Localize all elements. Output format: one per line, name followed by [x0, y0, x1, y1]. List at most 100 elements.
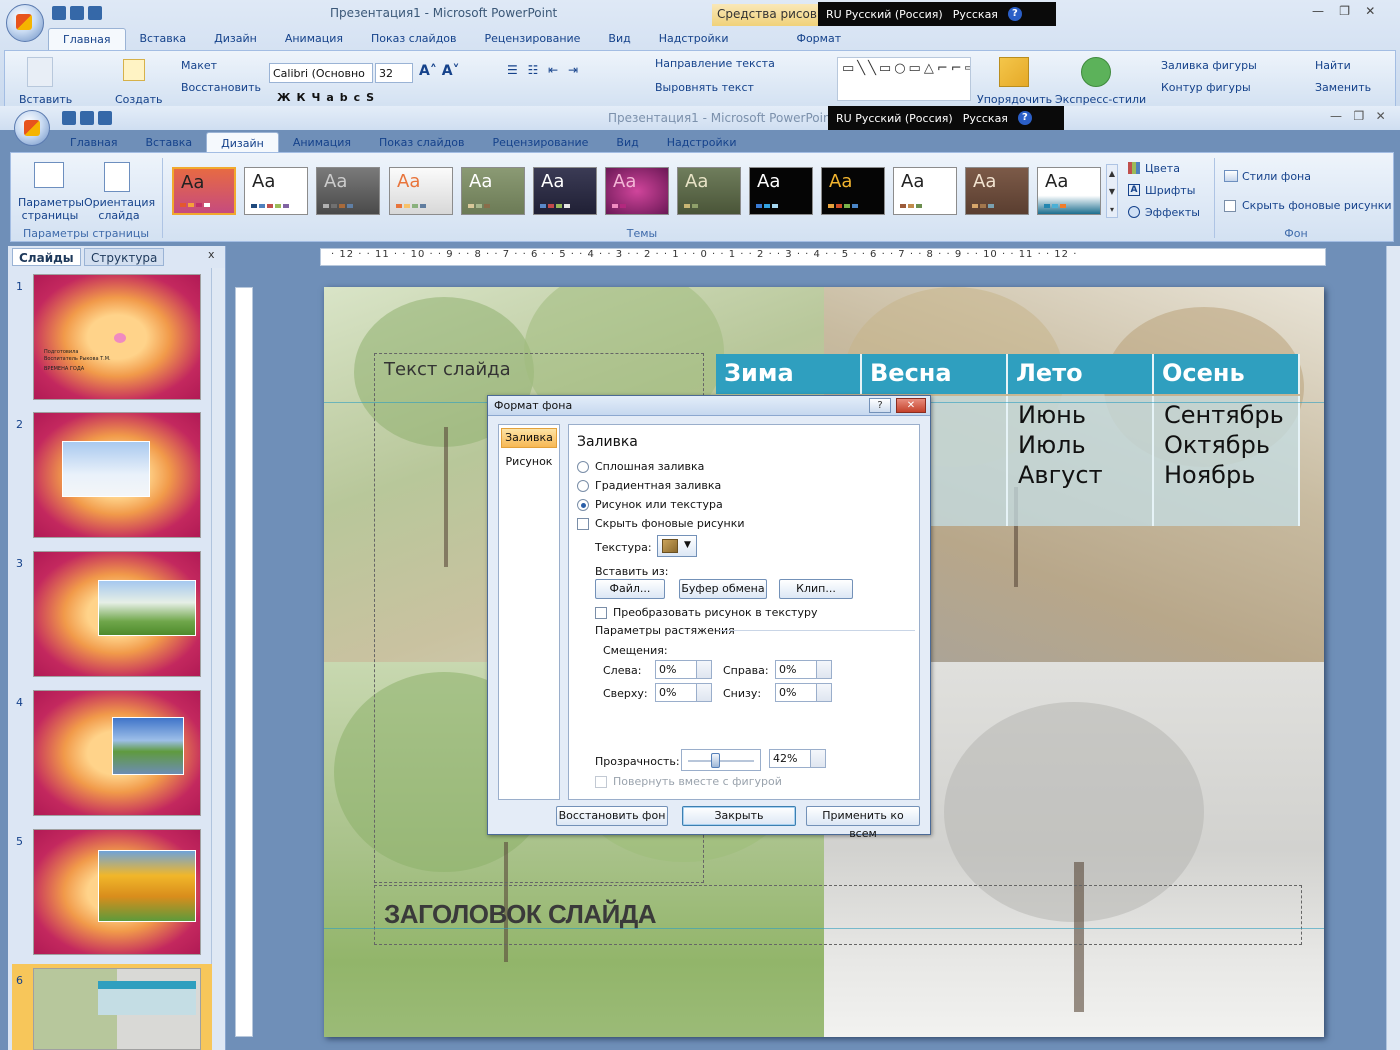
- title-placeholder[interactable]: ЗАГОЛОВОК СЛАЙДА: [384, 899, 657, 930]
- back-tab-addins[interactable]: Надстройки: [645, 28, 743, 50]
- theme-10[interactable]: Aa: [821, 167, 885, 215]
- arrange-button[interactable]: Упорядочить: [977, 93, 1052, 106]
- theme-13[interactable]: Aa: [1037, 167, 1101, 215]
- close-button[interactable]: Закрыть: [682, 806, 796, 826]
- theme-office[interactable]: Aa: [244, 167, 308, 215]
- transparency-slider[interactable]: [681, 749, 761, 771]
- find-button[interactable]: Найти: [1315, 59, 1351, 72]
- language-indicator[interactable]: RU Русский (Россия): [826, 8, 943, 21]
- tab-slides[interactable]: Слайды: [12, 248, 81, 266]
- back-tab-format[interactable]: Формат: [782, 28, 855, 50]
- page-setup-button[interactable]: Параметры страницы: [18, 196, 84, 222]
- reset-button[interactable]: Восстановить: [181, 81, 261, 94]
- apply-to-all-button[interactable]: Применить ко всем: [806, 806, 920, 840]
- theme-4[interactable]: Aa: [389, 167, 453, 215]
- tab-home[interactable]: Главная: [56, 132, 132, 154]
- tile-picture-label[interactable]: Преобразовать рисунок в текстуру: [613, 606, 817, 619]
- redo-icon[interactable]: [88, 6, 102, 20]
- theme-6[interactable]: Aa: [533, 167, 597, 215]
- tab-view[interactable]: Вид: [602, 132, 652, 154]
- shapes-gallery[interactable]: ▭╲╲▭○▭△⌐⌐⇨⇩○: [837, 57, 971, 101]
- tab-slideshow[interactable]: Показ слайдов: [365, 132, 479, 154]
- font-name-input[interactable]: Calibri (Основно: [269, 63, 373, 83]
- tab-animation[interactable]: Анимация: [279, 132, 365, 154]
- close-pane-icon[interactable]: x: [208, 248, 215, 261]
- front-window-controls[interactable]: — ❐ ✕: [1330, 109, 1386, 123]
- slide-thumbnail-3[interactable]: [33, 551, 201, 677]
- undo-icon[interactable]: [80, 111, 94, 125]
- tab-outline[interactable]: Структура: [84, 248, 165, 266]
- table-header-cell[interactable]: Осень: [1154, 354, 1300, 394]
- table-header-cell[interactable]: Лето: [1008, 354, 1154, 394]
- table-cell[interactable]: Июнь Июль Август: [1008, 396, 1154, 526]
- align-text-button[interactable]: Выровнять текст: [655, 81, 754, 94]
- language-bar-front[interactable]: RU Русский (Россия) Русская ?: [828, 106, 1064, 130]
- solid-fill-radio[interactable]: [577, 461, 589, 473]
- shape-outline-button[interactable]: Контур фигуры: [1161, 81, 1251, 94]
- back-tab-view[interactable]: Вид: [594, 28, 644, 50]
- back-tab-design[interactable]: Дизайн: [200, 28, 271, 50]
- texture-dropdown[interactable]: ▼: [657, 535, 697, 557]
- layout-button[interactable]: Макет: [181, 59, 217, 72]
- font-grow-icon[interactable]: A˄ A˅: [419, 63, 460, 79]
- dialog-help-icon[interactable]: ?: [869, 398, 891, 413]
- slide-thumbnail-2[interactable]: [33, 412, 201, 538]
- theme-fonts-button[interactable]: Шрифты: [1145, 184, 1195, 197]
- offset-top-spinner[interactable]: 0%: [655, 683, 712, 702]
- theme-7[interactable]: Aa: [605, 167, 669, 215]
- orientation-button[interactable]: Ориентация слайда: [84, 196, 155, 222]
- solid-fill-label[interactable]: Сплошная заливка: [595, 460, 704, 473]
- nav-picture[interactable]: Рисунок: [501, 453, 557, 473]
- table-header-cell[interactable]: Зима: [716, 354, 862, 394]
- transparency-spinner[interactable]: 42%: [769, 749, 826, 768]
- rotate-with-shape-checkbox[interactable]: [595, 776, 607, 788]
- reset-background-button[interactable]: Восстановить фон: [556, 806, 668, 826]
- front-office-button[interactable]: [14, 110, 50, 146]
- tab-insert[interactable]: Вставка: [132, 132, 207, 154]
- editor-scrollbar[interactable]: [1386, 246, 1400, 1050]
- themes-scroll[interactable]: ▲ ▼ ▾: [1106, 164, 1118, 218]
- slide-thumbnail-6[interactable]: [33, 968, 201, 1050]
- table-header-cell[interactable]: Весна: [862, 354, 1008, 394]
- language-bar[interactable]: RU Русский (Россия) Русская ?: [818, 2, 1056, 26]
- picture-fill-radio[interactable]: [577, 499, 589, 511]
- gradient-fill-label[interactable]: Градиентная заливка: [595, 479, 721, 492]
- theme-5[interactable]: Aa: [461, 167, 525, 215]
- slide-thumbnail-1[interactable]: Подготовила Воспитатель Рыкова Т.М. ВРЕМ…: [33, 274, 201, 400]
- offset-bottom-spinner[interactable]: 0%: [775, 683, 832, 702]
- hide-graphics-checkbox[interactable]: [577, 518, 589, 530]
- slide-thumbnail-5[interactable]: [33, 829, 201, 955]
- dialog-close-icon[interactable]: ✕: [896, 398, 926, 413]
- list-icons[interactable]: ☰ ☷ ⇤ ⇥: [507, 63, 581, 77]
- offset-right-spinner[interactable]: 0%: [775, 660, 832, 679]
- dialog-titlebar[interactable]: Формат фона: [488, 396, 930, 416]
- theme-3[interactable]: Aa: [316, 167, 380, 215]
- hide-graphics-label[interactable]: Скрыть фоновые рисунки: [595, 517, 745, 530]
- table-cell[interactable]: Сентябрь Октябрь Ноябрь: [1154, 396, 1300, 526]
- theme-8[interactable]: Aa: [677, 167, 741, 215]
- clipboard-button[interactable]: Буфер обмена: [679, 579, 767, 599]
- quick-styles-button[interactable]: Экспресс-стили: [1055, 93, 1146, 106]
- help-icon[interactable]: ?: [1007, 7, 1022, 21]
- theme-9[interactable]: Aa: [749, 167, 813, 215]
- theme-colors-button[interactable]: Цвета: [1145, 162, 1180, 175]
- slide-thumbnail-4[interactable]: [33, 690, 201, 816]
- paste-button[interactable]: Вставить: [19, 93, 72, 106]
- keyboard-layout[interactable]: Русская: [953, 8, 998, 21]
- back-tab-home[interactable]: Главная: [48, 28, 126, 50]
- tab-addins[interactable]: Надстройки: [653, 132, 751, 154]
- text-placeholder[interactable]: Текст слайда: [384, 359, 511, 380]
- font-size-input[interactable]: 32: [375, 63, 413, 83]
- keyboard-layout[interactable]: Русская: [963, 112, 1008, 125]
- back-tab-animation[interactable]: Анимация: [271, 28, 357, 50]
- file-button[interactable]: Файл...: [595, 579, 665, 599]
- font-format-icons[interactable]: ЖКЧabcS: [277, 91, 380, 104]
- theme-current[interactable]: Aa: [172, 167, 236, 215]
- new-slide-button[interactable]: Создать: [115, 93, 163, 106]
- picture-fill-label[interactable]: Рисунок или текстура: [595, 498, 723, 511]
- theme-11[interactable]: Aa: [893, 167, 957, 215]
- back-tab-insert[interactable]: Вставка: [126, 28, 201, 50]
- tile-picture-checkbox[interactable]: [595, 607, 607, 619]
- back-tab-slideshow[interactable]: Показ слайдов: [357, 28, 471, 50]
- hide-background-checkbox[interactable]: [1224, 200, 1236, 212]
